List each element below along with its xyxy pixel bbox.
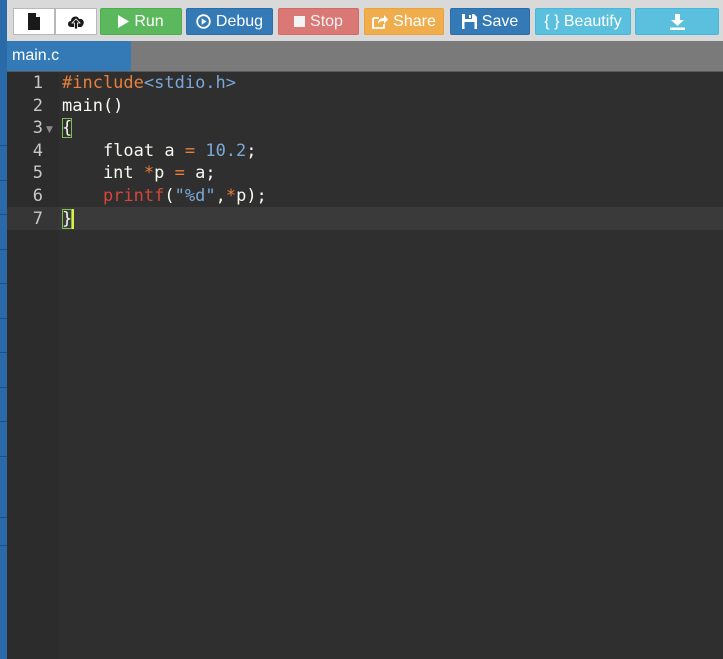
code-line: { [62, 117, 73, 140]
share-button-label: Share [393, 12, 436, 30]
code-token: = [174, 163, 185, 184]
code-line: } [62, 208, 73, 231]
sidebar-divider [0, 545, 7, 546]
code-line: main() [62, 95, 123, 118]
line-number: 1 [32, 73, 43, 93]
sidebar-divider [0, 249, 7, 250]
toolbar: Run Debug Stop Share Save {} Beautify [7, 0, 723, 41]
beautify-button-label: { } Beautify [544, 12, 622, 30]
share-button[interactable]: Share [364, 8, 444, 35]
stop-square-icon [294, 16, 306, 27]
code-token: p); [236, 186, 267, 206]
stop-button[interactable]: Stop [278, 8, 359, 35]
code-token: int [62, 163, 144, 184]
left-sidebar-strip [0, 0, 7, 659]
sidebar-divider [0, 180, 7, 181]
code-token: * [143, 163, 155, 184]
sidebar-divider [0, 145, 7, 146]
code-token: float a [62, 140, 185, 161]
code-token: 10.2 [205, 140, 247, 161]
line-number: 2 [32, 95, 43, 116]
upload-button[interactable] [55, 8, 97, 35]
save-button[interactable]: Save [450, 8, 530, 35]
code-token: p [154, 163, 175, 184]
line-number: 3 [32, 118, 43, 139]
new-file-button[interactable] [13, 8, 55, 35]
new-file-icon [28, 13, 40, 30]
upload-icon [68, 16, 84, 29]
code-token: ( [164, 186, 175, 206]
debug-circle-icon [196, 14, 211, 29]
active-line-highlight [59, 207, 723, 230]
line-number: 7 [32, 208, 43, 229]
line-number: 5 [32, 163, 43, 184]
sidebar-divider [0, 456, 7, 457]
matching-brace: } [62, 208, 73, 229]
sidebar-divider [0, 318, 7, 319]
run-button[interactable]: Run [100, 8, 182, 35]
run-button-label: Run [134, 12, 164, 30]
share-icon [372, 14, 389, 29]
code-token: <stdio.h> [143, 73, 237, 93]
sidebar-divider [0, 517, 7, 518]
code-token: a; [184, 163, 216, 184]
fold-toggle-icon[interactable]: ▼ [46, 125, 53, 135]
download-button[interactable] [635, 8, 719, 35]
beautify-button[interactable]: { } Beautify [535, 8, 631, 35]
tab-main-c[interactable]: main.c [7, 41, 131, 71]
debug-button-label: Debug [215, 12, 264, 30]
text-cursor [72, 209, 74, 229]
matching-brace: { [62, 118, 73, 139]
code-token: * [225, 186, 237, 206]
code-token: #include [62, 73, 144, 93]
sidebar-divider [0, 352, 7, 353]
line-number: 4 [32, 140, 43, 161]
save-button-label: Save [481, 12, 519, 30]
sidebar-divider [0, 421, 7, 422]
code-token: main() [62, 95, 124, 116]
code-token: , [215, 186, 226, 206]
code-line: #include<stdio.h> [62, 72, 236, 95]
tab-label: main.c [12, 47, 60, 64]
code-editor[interactable]: 1234567 ▼ #include<stdio.h> main(){ float… [7, 72, 723, 659]
sidebar-divider [0, 283, 7, 284]
code-token: printf [102, 186, 165, 206]
sidebar-divider [0, 214, 7, 215]
download-icon [669, 13, 685, 30]
code-line: float a = 10.2; [62, 140, 257, 163]
sidebar-divider [0, 387, 7, 388]
stop-button-label: Stop [310, 12, 343, 30]
file-tab-bar: main.c [7, 41, 723, 72]
code-line: printf("%d",*p); [62, 185, 267, 208]
online-compiler-app: Run Debug Stop Share Save {} Beautify m… [0, 0, 723, 659]
play-icon [118, 15, 130, 28]
debug-button[interactable]: Debug [186, 8, 273, 35]
floppy-disk-icon [461, 14, 477, 29]
code-token: "%d" [174, 186, 216, 206]
code-token: = [184, 140, 196, 161]
line-number: 6 [32, 186, 43, 206]
code-token: ; [246, 140, 257, 161]
code-line: int *p = a; [62, 162, 216, 185]
